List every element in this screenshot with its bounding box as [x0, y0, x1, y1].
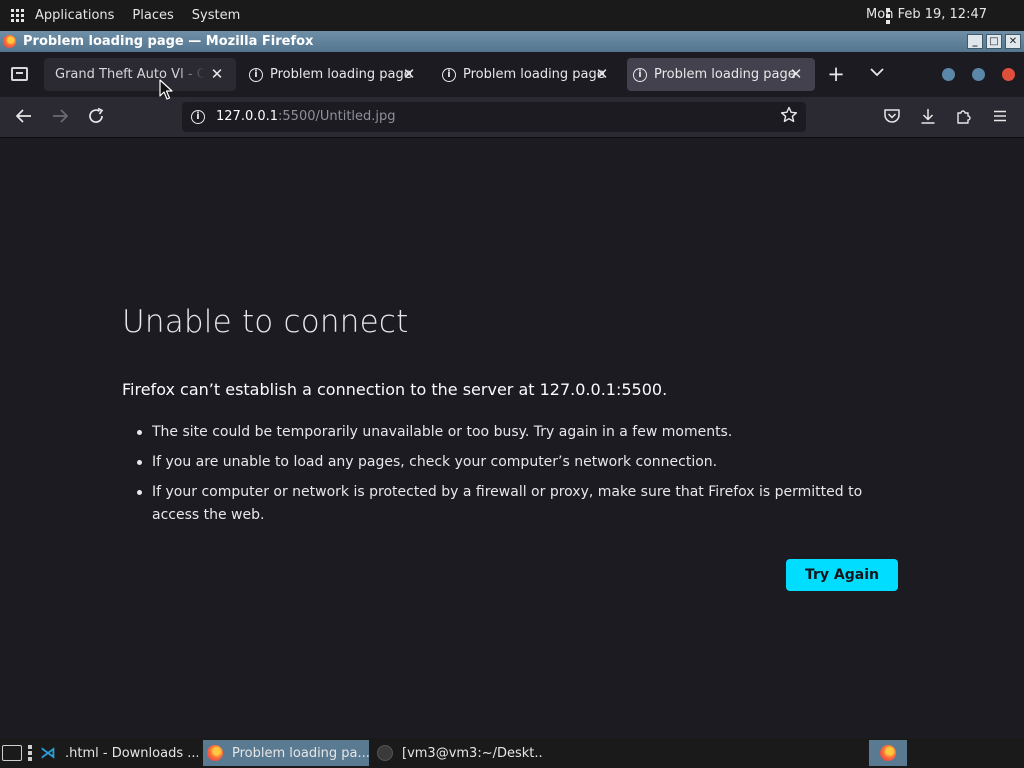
error-page: Unable to connect Firefox can’t establis…: [0, 138, 1024, 738]
error-title: Unable to connect: [122, 304, 409, 340]
tab-strip: Grand Theft Auto VI - Online ✕ i Problem…: [0, 52, 1024, 97]
site-info-icon[interactable]: i: [191, 110, 205, 124]
bottom-taskbar: ⋊ .html - Downloads ... Problem loading …: [0, 738, 1024, 768]
menu-places[interactable]: Places: [132, 8, 173, 23]
close-tab-icon[interactable]: ✕: [209, 65, 225, 83]
firefox-icon: [207, 745, 223, 761]
tab-title: Problem loading page: [654, 67, 796, 82]
arrow-right-icon[interactable]: [50, 107, 70, 127]
window-dot-minimize-icon[interactable]: [942, 68, 955, 81]
firefox-view-icon[interactable]: [11, 67, 28, 81]
info-icon: i: [249, 67, 263, 82]
taskbar-task-label: [vm3@vm3:~/Deskt...: [402, 745, 543, 761]
window-dot-close-icon[interactable]: [1002, 68, 1015, 81]
taskbar-task-vscode[interactable]: ⋊ .html - Downloads ...: [36, 740, 198, 766]
taskbar-task-firefox[interactable]: Problem loading pa...: [203, 740, 369, 766]
close-window-button[interactable]: ✕: [1005, 34, 1021, 49]
minimize-button[interactable]: _: [967, 34, 983, 49]
taskbar-task-terminal[interactable]: [vm3@vm3:~/Deskt...: [373, 740, 543, 766]
taskbar-task-label: .html - Downloads ...: [65, 745, 198, 761]
show-desktop-icon[interactable]: [2, 745, 22, 761]
tab-gta[interactable]: Grand Theft Auto VI - Online ✕: [44, 58, 236, 91]
list-all-tabs-chevron-icon[interactable]: [868, 64, 886, 82]
info-icon: i: [442, 67, 456, 82]
url-bar[interactable]: i 127.0.0.1:5500/Untitled.jpg: [182, 102, 806, 132]
tab-title: Problem loading page: [463, 67, 605, 82]
firefox-icon: [880, 745, 896, 761]
taskbar-task-label: Problem loading pa...: [232, 745, 369, 761]
vscode-icon: ⋊: [40, 743, 56, 762]
pocket-icon[interactable]: [882, 107, 902, 127]
url-text[interactable]: 127.0.0.1:5500/Untitled.jpg: [216, 109, 396, 124]
tab-title: Problem loading page: [270, 67, 412, 82]
star-icon[interactable]: [780, 106, 798, 129]
new-tab-plus-icon[interactable]: +: [827, 64, 845, 85]
window-title: Problem loading page — Mozilla Firefox: [23, 34, 314, 49]
tab-problem-active[interactable]: i Problem loading page ✕: [627, 58, 815, 91]
clock[interactable]: Mon Feb 19, 12:47: [866, 7, 987, 22]
window-titlebar[interactable]: Problem loading page — Mozilla Firefox _…: [0, 31, 1024, 52]
info-icon: i: [633, 67, 647, 82]
download-icon[interactable]: [918, 107, 938, 127]
tab-problem-1[interactable]: i Problem loading page ✕: [243, 58, 428, 91]
hamburger-icon[interactable]: [990, 107, 1010, 127]
navigation-toolbar: i 127.0.0.1:5500/Untitled.jpg: [0, 97, 1024, 138]
list-item: If your computer or network is protected…: [137, 481, 897, 526]
maximize-button[interactable]: □: [986, 34, 1002, 49]
error-suggestions-list: The site could be temporarily unavailabl…: [137, 421, 897, 534]
list-item: The site could be temporarily unavailabl…: [137, 421, 897, 444]
tab-problem-2[interactable]: i Problem loading page ✕: [436, 58, 621, 91]
error-description: Firefox can’t establish a connection to …: [122, 380, 668, 399]
close-tab-icon[interactable]: ✕: [594, 65, 610, 83]
firefox-logo-icon: [3, 35, 16, 48]
system-top-panel: Applications Places System Mon Feb 19, 1…: [0, 0, 1024, 31]
menu-applications[interactable]: Applications: [35, 8, 114, 23]
arrow-left-icon[interactable]: [14, 107, 34, 127]
tab-title: Grand Theft Auto VI - Online: [55, 67, 205, 82]
window-dot-maximize-icon[interactable]: [972, 68, 985, 81]
reload-icon[interactable]: [86, 107, 106, 127]
close-tab-icon[interactable]: ✕: [788, 65, 804, 83]
list-item: If you are unable to load any pages, che…: [137, 451, 897, 474]
terminal-icon: [377, 745, 393, 761]
apps-grid-icon[interactable]: [11, 8, 25, 23]
workspace-switcher[interactable]: [869, 740, 907, 766]
try-again-button[interactable]: Try Again: [786, 559, 898, 591]
close-tab-icon[interactable]: ✕: [401, 65, 417, 83]
taskbar-handle-icon: [28, 745, 32, 761]
menu-system[interactable]: System: [192, 8, 240, 23]
puzzle-icon[interactable]: [954, 107, 974, 127]
